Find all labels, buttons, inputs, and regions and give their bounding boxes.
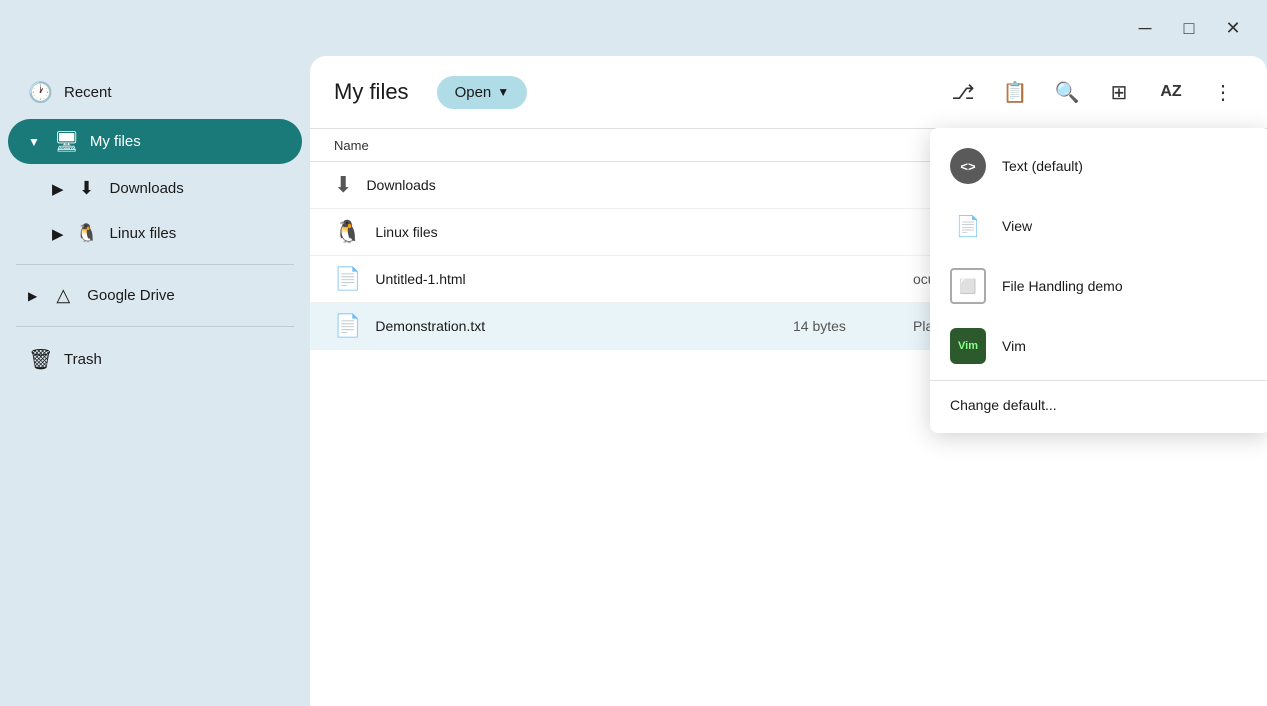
dropdown-item-view[interactable]: 📄 View — [930, 196, 1267, 256]
txt-file-icon: 📄 — [334, 313, 361, 339]
sidebar-item-downloads[interactable]: ▶ ⬇ Downloads — [8, 168, 302, 209]
open-button[interactable]: Open ▼ — [437, 76, 528, 109]
toolbar: My files Open ▼ ⎇ 📋 🔍 ⊞ AZ ⋮ — [310, 56, 1267, 129]
dropdown-item-label: View — [1002, 218, 1032, 234]
linux-files-folder-icon: 🐧 — [334, 219, 361, 245]
grid-view-button[interactable]: ⊞ — [1099, 72, 1139, 112]
dropdown-divider — [930, 380, 1267, 381]
chevron-right-icon: ▶ — [52, 225, 64, 243]
my-files-icon: 🖥 — [54, 129, 78, 154]
file-name: Demonstration.txt — [375, 318, 793, 334]
change-default-button[interactable]: Change default... — [930, 385, 1267, 425]
sidebar-item-my-files[interactable]: ▼ 🖥 My files — [8, 119, 302, 164]
text-default-icon: <> — [950, 148, 986, 184]
file-name: Linux files — [375, 224, 793, 240]
sidebar-item-label: My files — [90, 133, 141, 150]
sort-icon: AZ — [1160, 83, 1181, 101]
file-handling-icon: ⬜ — [950, 268, 986, 304]
recent-icon: 🕐 — [28, 80, 52, 105]
sort-button[interactable]: AZ — [1151, 72, 1191, 112]
file-name: Untitled-1.html — [375, 271, 793, 287]
sidebar-item-linux-files[interactable]: ▶ 🐧 Linux files — [8, 213, 302, 254]
sidebar-item-label: Google Drive — [87, 287, 175, 304]
open-button-label: Open — [455, 84, 492, 101]
more-options-button[interactable]: ⋮ — [1203, 72, 1243, 112]
sidebar-item-trash[interactable]: 🗑 Trash — [8, 337, 302, 382]
sidebar-item-recent[interactable]: 🕐 Recent — [8, 70, 302, 115]
chevron-right-icon: ▶ — [52, 180, 64, 198]
dropdown-item-text-default[interactable]: <> Text (default) — [930, 136, 1267, 196]
view-icon: 📄 — [950, 208, 986, 244]
share-icon: ⎇ — [951, 80, 974, 105]
share-button[interactable]: ⎇ — [943, 72, 983, 112]
downloads-icon: ⬇ — [76, 178, 98, 199]
copy-button[interactable]: 📋 — [995, 72, 1035, 112]
dropdown-item-label: Text (default) — [1002, 158, 1083, 174]
linux-files-icon: 🐧 — [76, 223, 98, 244]
dropdown-item-file-handling[interactable]: ⬜ File Handling demo — [930, 256, 1267, 316]
google-drive-icon: △ — [51, 285, 75, 306]
file-size: 14 bytes — [793, 318, 913, 334]
dropdown-item-vim[interactable]: Vim Vim — [930, 316, 1267, 376]
sidebar-item-label: Linux files — [110, 225, 177, 242]
open-dropdown-arrow-icon: ▼ — [497, 85, 509, 99]
more-icon: ⋮ — [1213, 80, 1233, 105]
dropdown-item-label: File Handling demo — [1002, 278, 1123, 294]
grid-icon: ⊞ — [1111, 80, 1128, 105]
downloads-folder-icon: ⬇ — [334, 172, 352, 198]
dropdown-item-label: Vim — [1002, 338, 1026, 354]
trash-icon: 🗑 — [28, 347, 52, 372]
html-file-icon: 📄 — [334, 266, 361, 292]
search-icon: 🔍 — [1055, 80, 1080, 105]
sidebar: 🕐 Recent ▼ 🖥 My files ▶ ⬇ Downloads ▶ 🐧 … — [0, 56, 310, 706]
titlebar: ─ □ ✕ — [0, 0, 1267, 56]
open-with-dropdown: <> Text (default) 📄 View ⬜ File Handling… — [930, 128, 1267, 433]
page-title: My files — [334, 79, 409, 105]
sidebar-item-google-drive[interactable]: ▶ △ Google Drive — [8, 275, 302, 316]
minimize-button[interactable]: ─ — [1127, 10, 1163, 46]
search-button[interactable]: 🔍 — [1047, 72, 1087, 112]
chevron-right-icon: ▶ — [28, 289, 37, 303]
file-name: Downloads — [366, 177, 793, 193]
sidebar-divider — [16, 264, 294, 265]
chevron-down-icon: ▼ — [28, 135, 40, 149]
sidebar-item-label: Downloads — [110, 180, 184, 197]
sidebar-divider-2 — [16, 326, 294, 327]
vim-icon: Vim — [950, 328, 986, 364]
maximize-button[interactable]: □ — [1171, 10, 1207, 46]
change-default-label: Change default... — [950, 397, 1057, 413]
close-button[interactable]: ✕ — [1215, 10, 1251, 46]
app-window: 🕐 Recent ▼ 🖥 My files ▶ ⬇ Downloads ▶ 🐧 … — [0, 56, 1267, 706]
main-content: My files Open ▼ ⎇ 📋 🔍 ⊞ AZ ⋮ — [310, 56, 1267, 706]
copy-icon: 📋 — [1003, 80, 1028, 105]
sidebar-item-label: Trash — [64, 351, 102, 368]
sidebar-item-label: Recent — [64, 84, 112, 101]
